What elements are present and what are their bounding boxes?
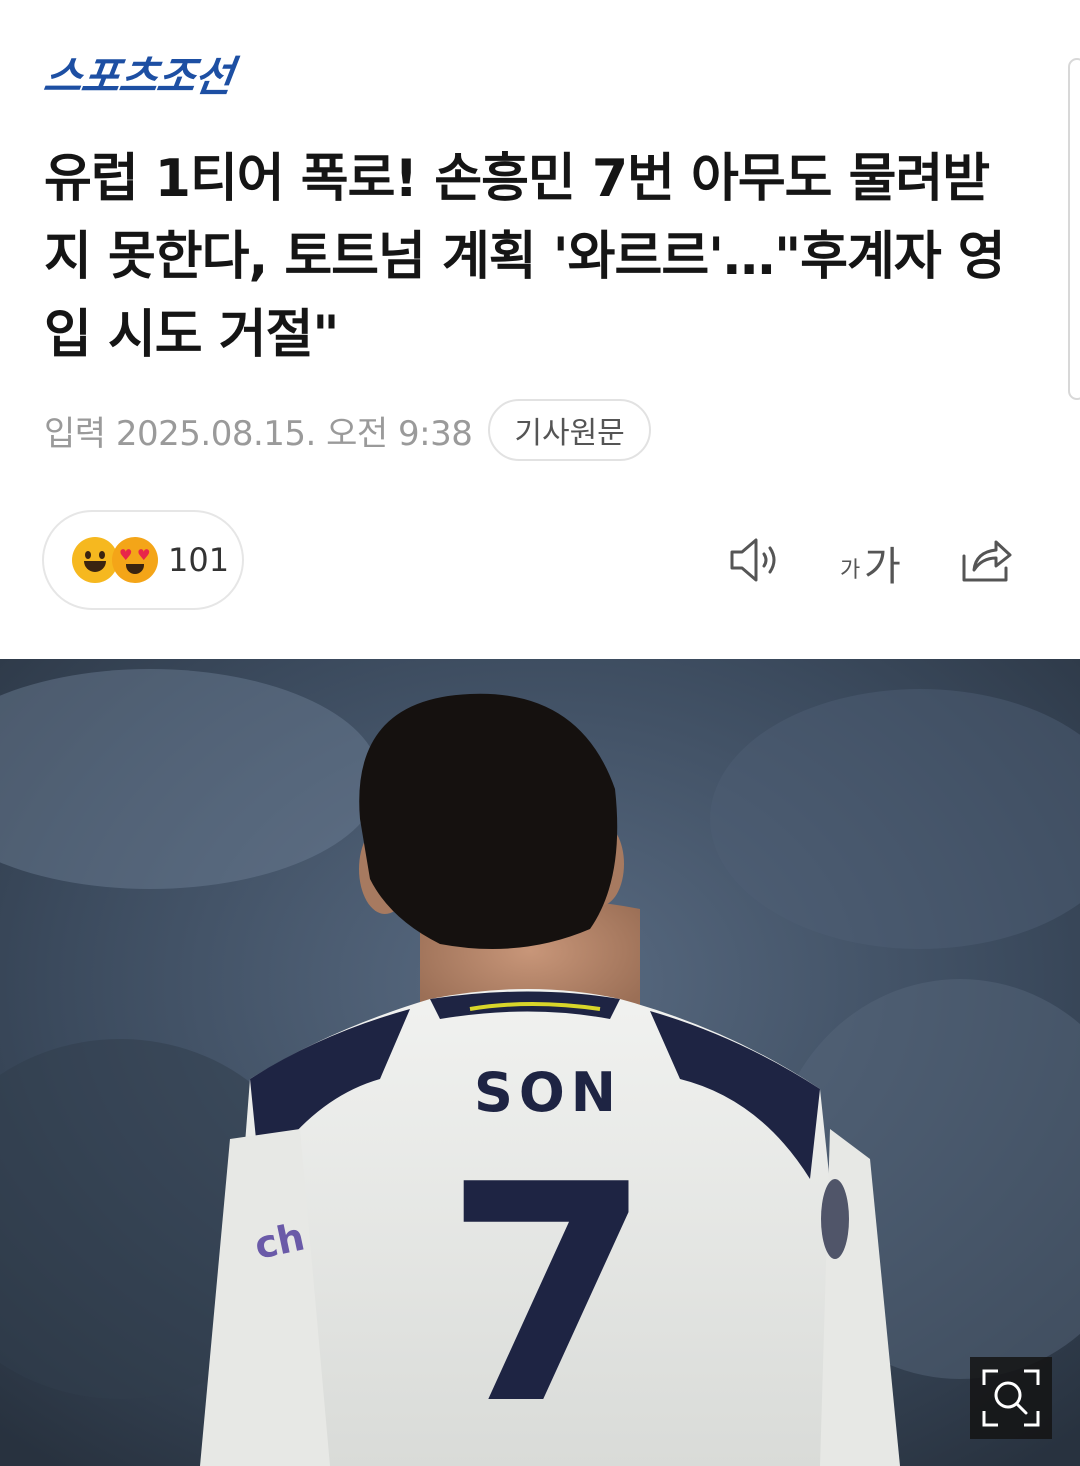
reaction-button[interactable]: ♥ ♥ 101 — [42, 510, 244, 610]
article-meta: 입력 2025.08.15. 오전 9:38 기사원문 — [44, 398, 651, 462]
jersey-name: SON — [474, 1061, 622, 1124]
publisher-logo[interactable]: 스포츠조선 — [41, 52, 236, 101]
article-page: 스포츠조선 유럽 1티어 폭로! 손흥민 7번 아무도 물려받지 못한다, 토트… — [0, 0, 1080, 1466]
jersey-number: 7 — [444, 1121, 653, 1466]
scroll-indicator[interactable] — [1068, 58, 1080, 400]
font-size-icon[interactable]: 가 가 — [838, 530, 908, 590]
font-size-large-label: 가 — [864, 544, 901, 590]
reaction-count: 101 — [168, 541, 230, 579]
font-size-small-label: 가 — [840, 558, 861, 583]
zoom-icon[interactable] — [970, 1357, 1052, 1439]
article-headline: 유럽 1티어 폭로! 손흥민 7번 아무도 물려받지 못한다, 토트넘 계획 '… — [44, 149, 1006, 365]
share-icon[interactable] — [956, 530, 1016, 590]
heart-eyes-face-icon: ♥ ♥ — [112, 537, 158, 583]
article-photo[interactable]: SON 7 ch — [0, 659, 1080, 1466]
speaker-icon[interactable] — [726, 530, 786, 590]
published-date: 입력 2025.08.15. 오전 9:38 — [44, 413, 473, 454]
original-article-button[interactable]: 기사원문 — [488, 399, 651, 461]
